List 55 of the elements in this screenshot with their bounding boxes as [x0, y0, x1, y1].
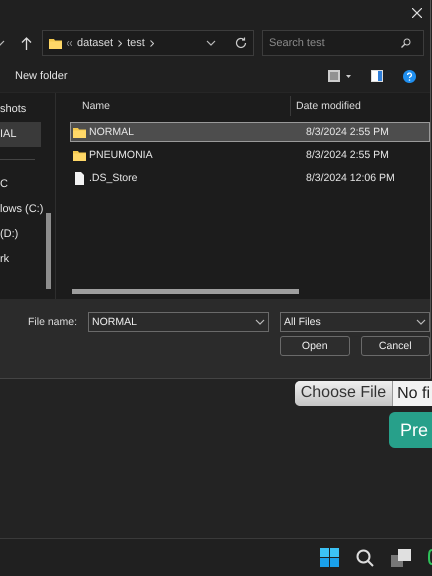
date-modified: 8/3/2024 2:55 PM: [306, 149, 389, 161]
chevron-right-icon: [118, 40, 122, 46]
search-icon[interactable]: [356, 548, 374, 566]
scrollbar-thumb[interactable]: [72, 289, 299, 294]
chevron-down-icon[interactable]: [416, 319, 426, 325]
column-header[interactable]: Date modified: [296, 100, 361, 112]
file-status-text: No fi: [393, 381, 432, 406]
address-bar[interactable]: dataset test: [42, 30, 254, 56]
file-name: .DS_Store: [89, 172, 138, 184]
document-icon: [73, 172, 86, 184]
file-row[interactable]: .DS_Store 8/3/2024 12:06 PM: [70, 168, 430, 188]
chat-bubble-icon[interactable]: [428, 548, 432, 568]
sidebar-item[interactable]: rk: [0, 247, 41, 272]
chevron-down-icon[interactable]: [255, 319, 265, 325]
task-view-icon[interactable]: [391, 548, 411, 566]
file-name-label: File name:: [28, 316, 78, 328]
breadcrumb-link[interactable]: dataset: [77, 37, 114, 49]
file-name: PNEUMONIA: [89, 149, 153, 161]
dialog-button[interactable]: Cancel: [360, 336, 430, 356]
folder-icon: [73, 150, 86, 160]
file-input[interactable]: Choose File No fi: [294, 381, 432, 406]
sidebar-item[interactable]: IAL: [0, 122, 41, 147]
sidebar-item[interactable]: C: [0, 172, 41, 197]
date-modified: 8/3/2024 2:55 PM: [306, 126, 389, 138]
file-type-dropdown[interactable]: All Files: [280, 312, 430, 332]
choose-file-button[interactable]: Choose File: [294, 381, 394, 406]
search-field[interactable]: Search test: [262, 30, 424, 56]
chevron-right-icon: [150, 40, 154, 46]
new-folder-button[interactable]: New folder: [15, 70, 68, 82]
caret-icon[interactable]: [346, 74, 351, 78]
column-header[interactable]: Name: [70, 100, 290, 112]
sidebar-item[interactable]: (D:): [0, 222, 41, 247]
file-name: NORMAL: [89, 126, 134, 138]
search-icon: [401, 38, 411, 48]
file-name-field[interactable]: NORMAL: [88, 312, 269, 332]
preview-pane-icon[interactable]: [371, 70, 383, 82]
date-modified: 8/3/2024 12:06 PM: [306, 172, 395, 184]
folder-icon: [49, 38, 62, 48]
refresh-icon[interactable]: [235, 37, 247, 49]
folder-icon: [73, 126, 86, 138]
close-icon[interactable]: [412, 8, 422, 18]
up-arrow-icon[interactable]: [21, 36, 32, 50]
chevron-down-icon[interactable]: [0, 40, 5, 46]
file-row[interactable]: PNEUMONIA 8/3/2024 2:55 PM: [70, 145, 430, 165]
dialog-button[interactable]: Open: [280, 336, 350, 356]
sidebar-item[interactable]: lows (C:): [0, 197, 41, 222]
chevron-down-icon[interactable]: [206, 40, 216, 46]
file-row[interactable]: NORMAL 8/3/2024 2:55 PM: [70, 122, 430, 142]
sidebar-item[interactable]: shots: [0, 97, 41, 122]
help-icon[interactable]: [403, 70, 416, 82]
list-view-icon[interactable]: [328, 70, 340, 82]
windows-logo-icon[interactable]: [320, 548, 339, 567]
scrollbar-thumb[interactable]: [46, 213, 51, 289]
double-chevron-icon: [67, 40, 72, 46]
breadcrumb-link[interactable]: test: [127, 37, 145, 49]
